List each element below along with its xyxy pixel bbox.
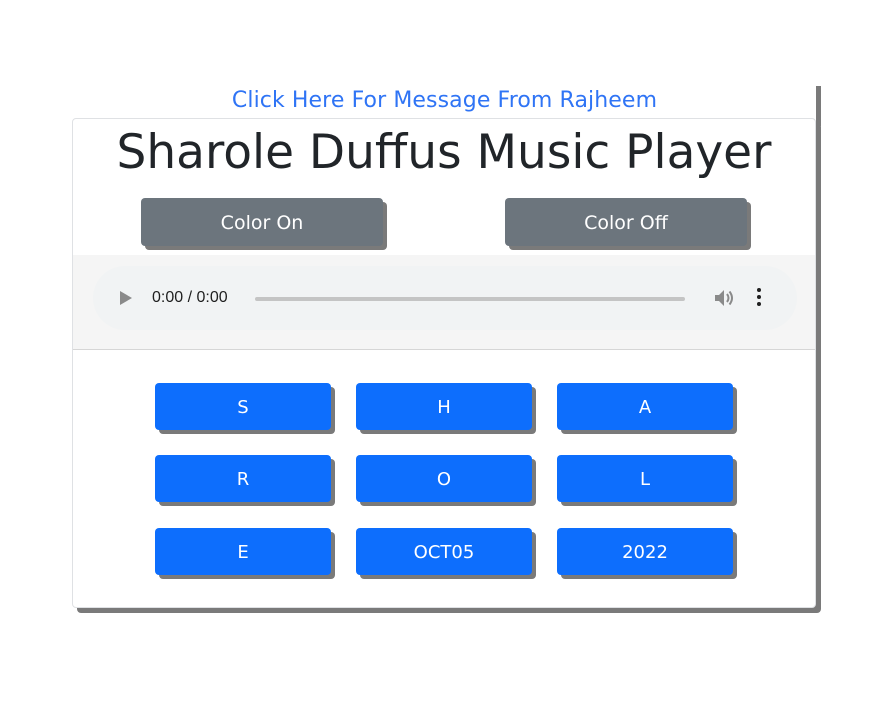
card-shadow <box>816 86 821 126</box>
date-button-oct05[interactable]: OCT05 <box>356 528 532 575</box>
letter-button-l[interactable]: L <box>557 455 733 502</box>
page-title: Sharole Duffus Music Player <box>116 125 772 180</box>
play-icon[interactable] <box>120 291 132 305</box>
message-link[interactable]: Click Here For Message From Rajheem <box>0 86 889 116</box>
color-on-button[interactable]: Color On <box>141 198 383 246</box>
letter-button-o[interactable]: O <box>356 455 532 502</box>
letter-button-a[interactable]: A <box>557 383 733 430</box>
time-display: 0:00 / 0:00 <box>152 289 228 306</box>
audio-section: 0:00 / 0:00 <box>73 255 815 350</box>
year-button-2022[interactable]: 2022 <box>557 528 733 575</box>
volume-icon[interactable] <box>713 288 735 308</box>
letter-button-r[interactable]: R <box>155 455 331 502</box>
letter-button-s[interactable]: S <box>155 383 331 430</box>
color-off-button[interactable]: Color Off <box>505 198 747 246</box>
progress-slider[interactable] <box>255 297 685 301</box>
more-options-icon[interactable] <box>756 287 762 309</box>
letter-button-e[interactable]: E <box>155 528 331 575</box>
letter-button-h[interactable]: H <box>356 383 532 430</box>
music-player-card: Sharole Duffus Music Player Color On Col… <box>72 118 816 608</box>
audio-player[interactable]: 0:00 / 0:00 <box>93 266 797 330</box>
page: Click Here For Message From Rajheem Shar… <box>0 0 889 701</box>
